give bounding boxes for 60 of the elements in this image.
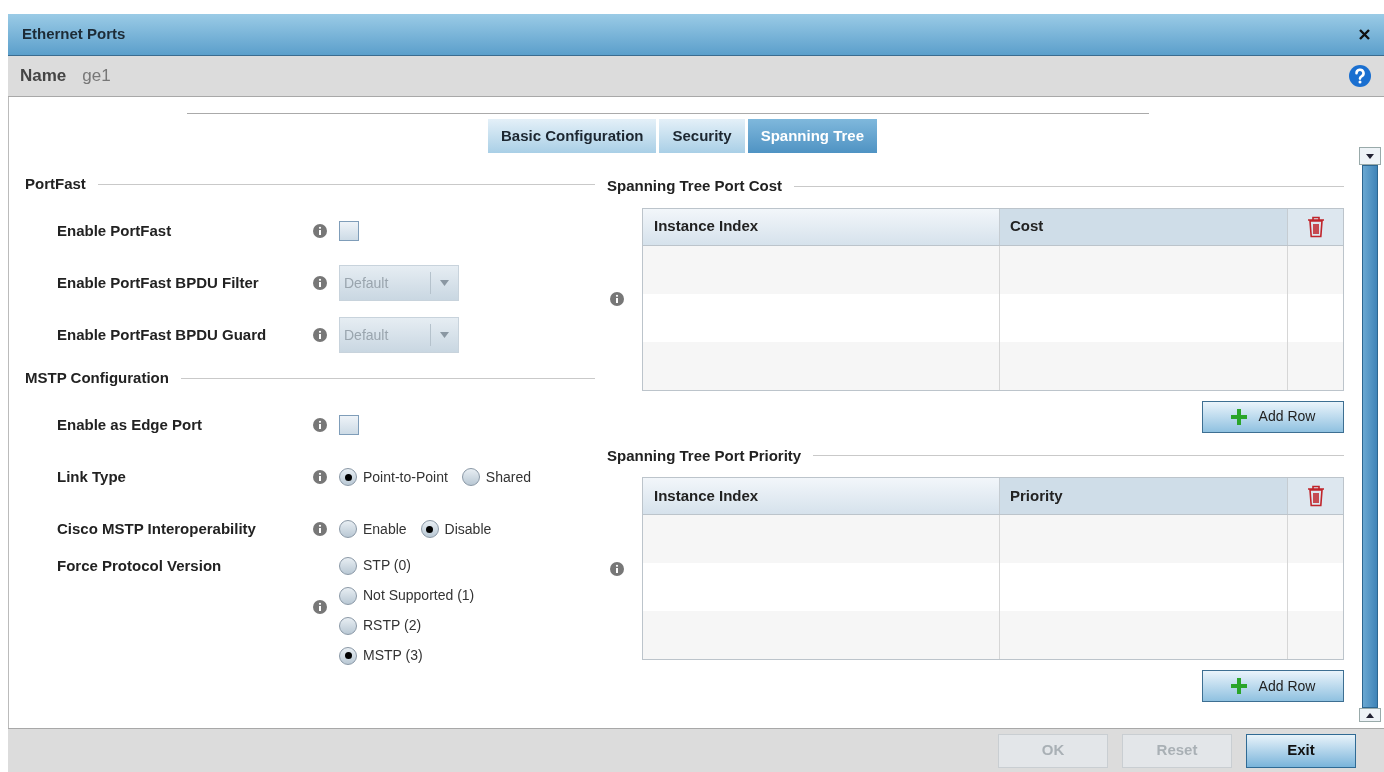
plus-icon [1230,678,1247,694]
radio-button[interactable] [339,616,357,635]
info-icon[interactable] [313,328,327,342]
radio-button[interactable] [339,556,357,575]
name-label: Name [20,65,67,88]
radio-button[interactable] [339,468,357,486]
column-header[interactable]: Priority [1000,478,1288,514]
help-icon[interactable] [1348,64,1372,88]
info-icon[interactable] [313,522,327,536]
section-title: Spanning Tree Port Cost [607,176,783,196]
footer-button[interactable]: Exit [1246,733,1356,768]
info-icon[interactable] [610,561,624,576]
radio-label: Disable [444,519,492,539]
section-title: MSTP Configuration [25,367,169,388]
add-row-button[interactable]: Add Row [1202,400,1344,433]
checkbox[interactable] [339,415,359,435]
radio-label: Shared [485,467,531,487]
field-label: Enable PortFast BPDU Filter [57,272,260,293]
caret-icon [440,280,449,286]
plus-icon [1230,408,1247,425]
radio-button[interactable] [339,586,357,605]
caret-icon [440,332,449,338]
info-icon[interactable] [313,224,327,238]
radio-label: Enable [363,519,407,539]
field-label: Link Type [57,466,127,487]
tab[interactable]: Basic Configuration [487,119,657,153]
window-title: Ethernet Ports [22,24,126,45]
field-label: Force Protocol Version [57,556,223,576]
field-label: Enable as Edge Port [57,414,204,435]
close-icon[interactable] [1359,29,1370,40]
radio-label: Point-to-Point [363,467,448,487]
radio-button[interactable] [339,646,357,665]
field-label: Cisco MSTP Interoperability [57,518,257,539]
info-icon[interactable] [313,276,327,290]
trash-icon[interactable] [1306,215,1325,238]
radio-button[interactable] [339,520,357,538]
info-icon[interactable] [313,600,327,614]
column-header[interactable]: Instance Index [643,208,1000,245]
radio-label: MSTP (3) [363,646,423,665]
scroll-up-arrow-icon[interactable] [1366,712,1374,718]
section-title: Spanning Tree Port Priority [607,445,802,466]
info-icon[interactable] [313,470,327,484]
field-label: Enable PortFast BPDU Guard [57,324,268,345]
field-label: Enable PortFast [57,220,173,241]
section-title: PortFast [25,173,86,194]
tab[interactable]: Security [659,119,745,153]
column-header[interactable]: Instance Index [643,478,1000,514]
add-row-button[interactable]: Add Row [1202,670,1344,702]
info-icon[interactable] [313,418,327,432]
radio-label: STP (0) [363,556,411,575]
scroll-down-arrow-icon[interactable] [1366,153,1374,159]
radio-label: Not Supported (1) [363,586,475,605]
radio-label: RSTP (2) [363,616,422,635]
radio-button[interactable] [461,468,480,486]
info-icon[interactable] [610,292,624,306]
checkbox[interactable] [339,221,359,241]
name-value: ge1 [82,65,111,88]
column-header[interactable]: Cost [1000,208,1288,245]
trash-icon[interactable] [1306,485,1325,507]
radio-button[interactable] [420,520,439,538]
